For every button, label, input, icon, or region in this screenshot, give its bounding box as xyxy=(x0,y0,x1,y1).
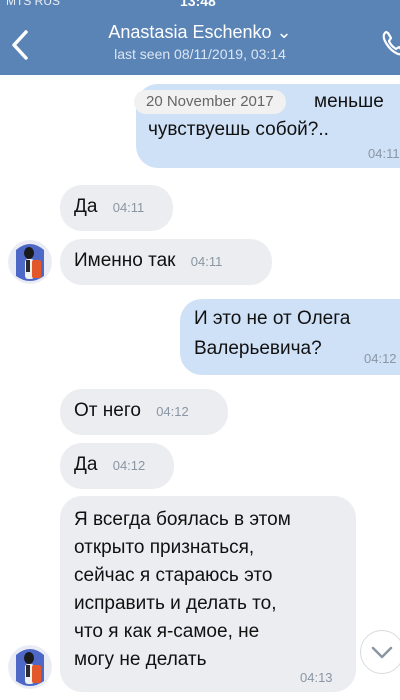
message-text: Именно так xyxy=(74,250,176,271)
message-line: Я всегда боялась в этом xyxy=(74,509,291,530)
avatar-image xyxy=(8,240,52,284)
message-text: меньше xyxy=(314,91,384,112)
phone-icon xyxy=(382,30,400,56)
avatar[interactable] xyxy=(8,240,52,284)
message-time: 04:13 xyxy=(300,670,333,685)
incoming-message[interactable]: Да 04:12 xyxy=(60,443,174,489)
message-text: чувствуешь собой?.. xyxy=(148,119,329,140)
message-line: открыто признаться, xyxy=(74,537,255,558)
message-line: исправить и делать то, xyxy=(74,593,277,614)
scroll-down-button[interactable] xyxy=(360,630,400,674)
carrier-label: MTS RUS xyxy=(6,0,60,8)
status-time: 13:48 xyxy=(180,0,216,9)
message-text: Валерьевича? xyxy=(194,338,322,359)
message-time: 04:12 xyxy=(112,458,146,473)
message-text: И это не от Олега xyxy=(194,308,351,329)
contact-name[interactable]: Anastasia Eschenko ⌄ xyxy=(0,22,400,43)
call-button[interactable] xyxy=(380,28,400,58)
message-line: сейчас я стараюсь это xyxy=(74,565,273,586)
incoming-message[interactable]: Именно так 04:11 xyxy=(60,239,272,285)
message-time: 04:11 xyxy=(112,200,145,215)
outgoing-message[interactable]: И это не от Олега Валерьевича? 04:12 xyxy=(180,299,400,375)
chevron-down-icon xyxy=(371,646,393,659)
message-time: 04:12 xyxy=(364,351,397,366)
chat-header: MTS RUS 13:48 Anastasia Eschenko ⌄ last … xyxy=(0,0,400,75)
message-time: 04:11 xyxy=(368,146,400,161)
message-time: 04:11 xyxy=(190,254,223,269)
incoming-message[interactable]: Я всегда боялась в этом открыто признать… xyxy=(60,496,356,692)
message-time: 04:12 xyxy=(156,404,189,419)
incoming-message[interactable]: Да 04:11 xyxy=(60,185,173,231)
message-text: Да xyxy=(74,196,98,217)
avatar-image xyxy=(8,645,52,689)
avatar[interactable] xyxy=(8,645,52,689)
message-line: что я как я-самое, не xyxy=(74,621,260,642)
message-text: От него xyxy=(74,400,141,421)
date-separator: 20 November 2017 xyxy=(134,90,286,114)
message-text: Да xyxy=(74,454,98,475)
incoming-message[interactable]: От него 04:12 xyxy=(60,389,228,435)
last-seen-status: last seen 08/11/2019, 03:14 xyxy=(114,46,286,62)
